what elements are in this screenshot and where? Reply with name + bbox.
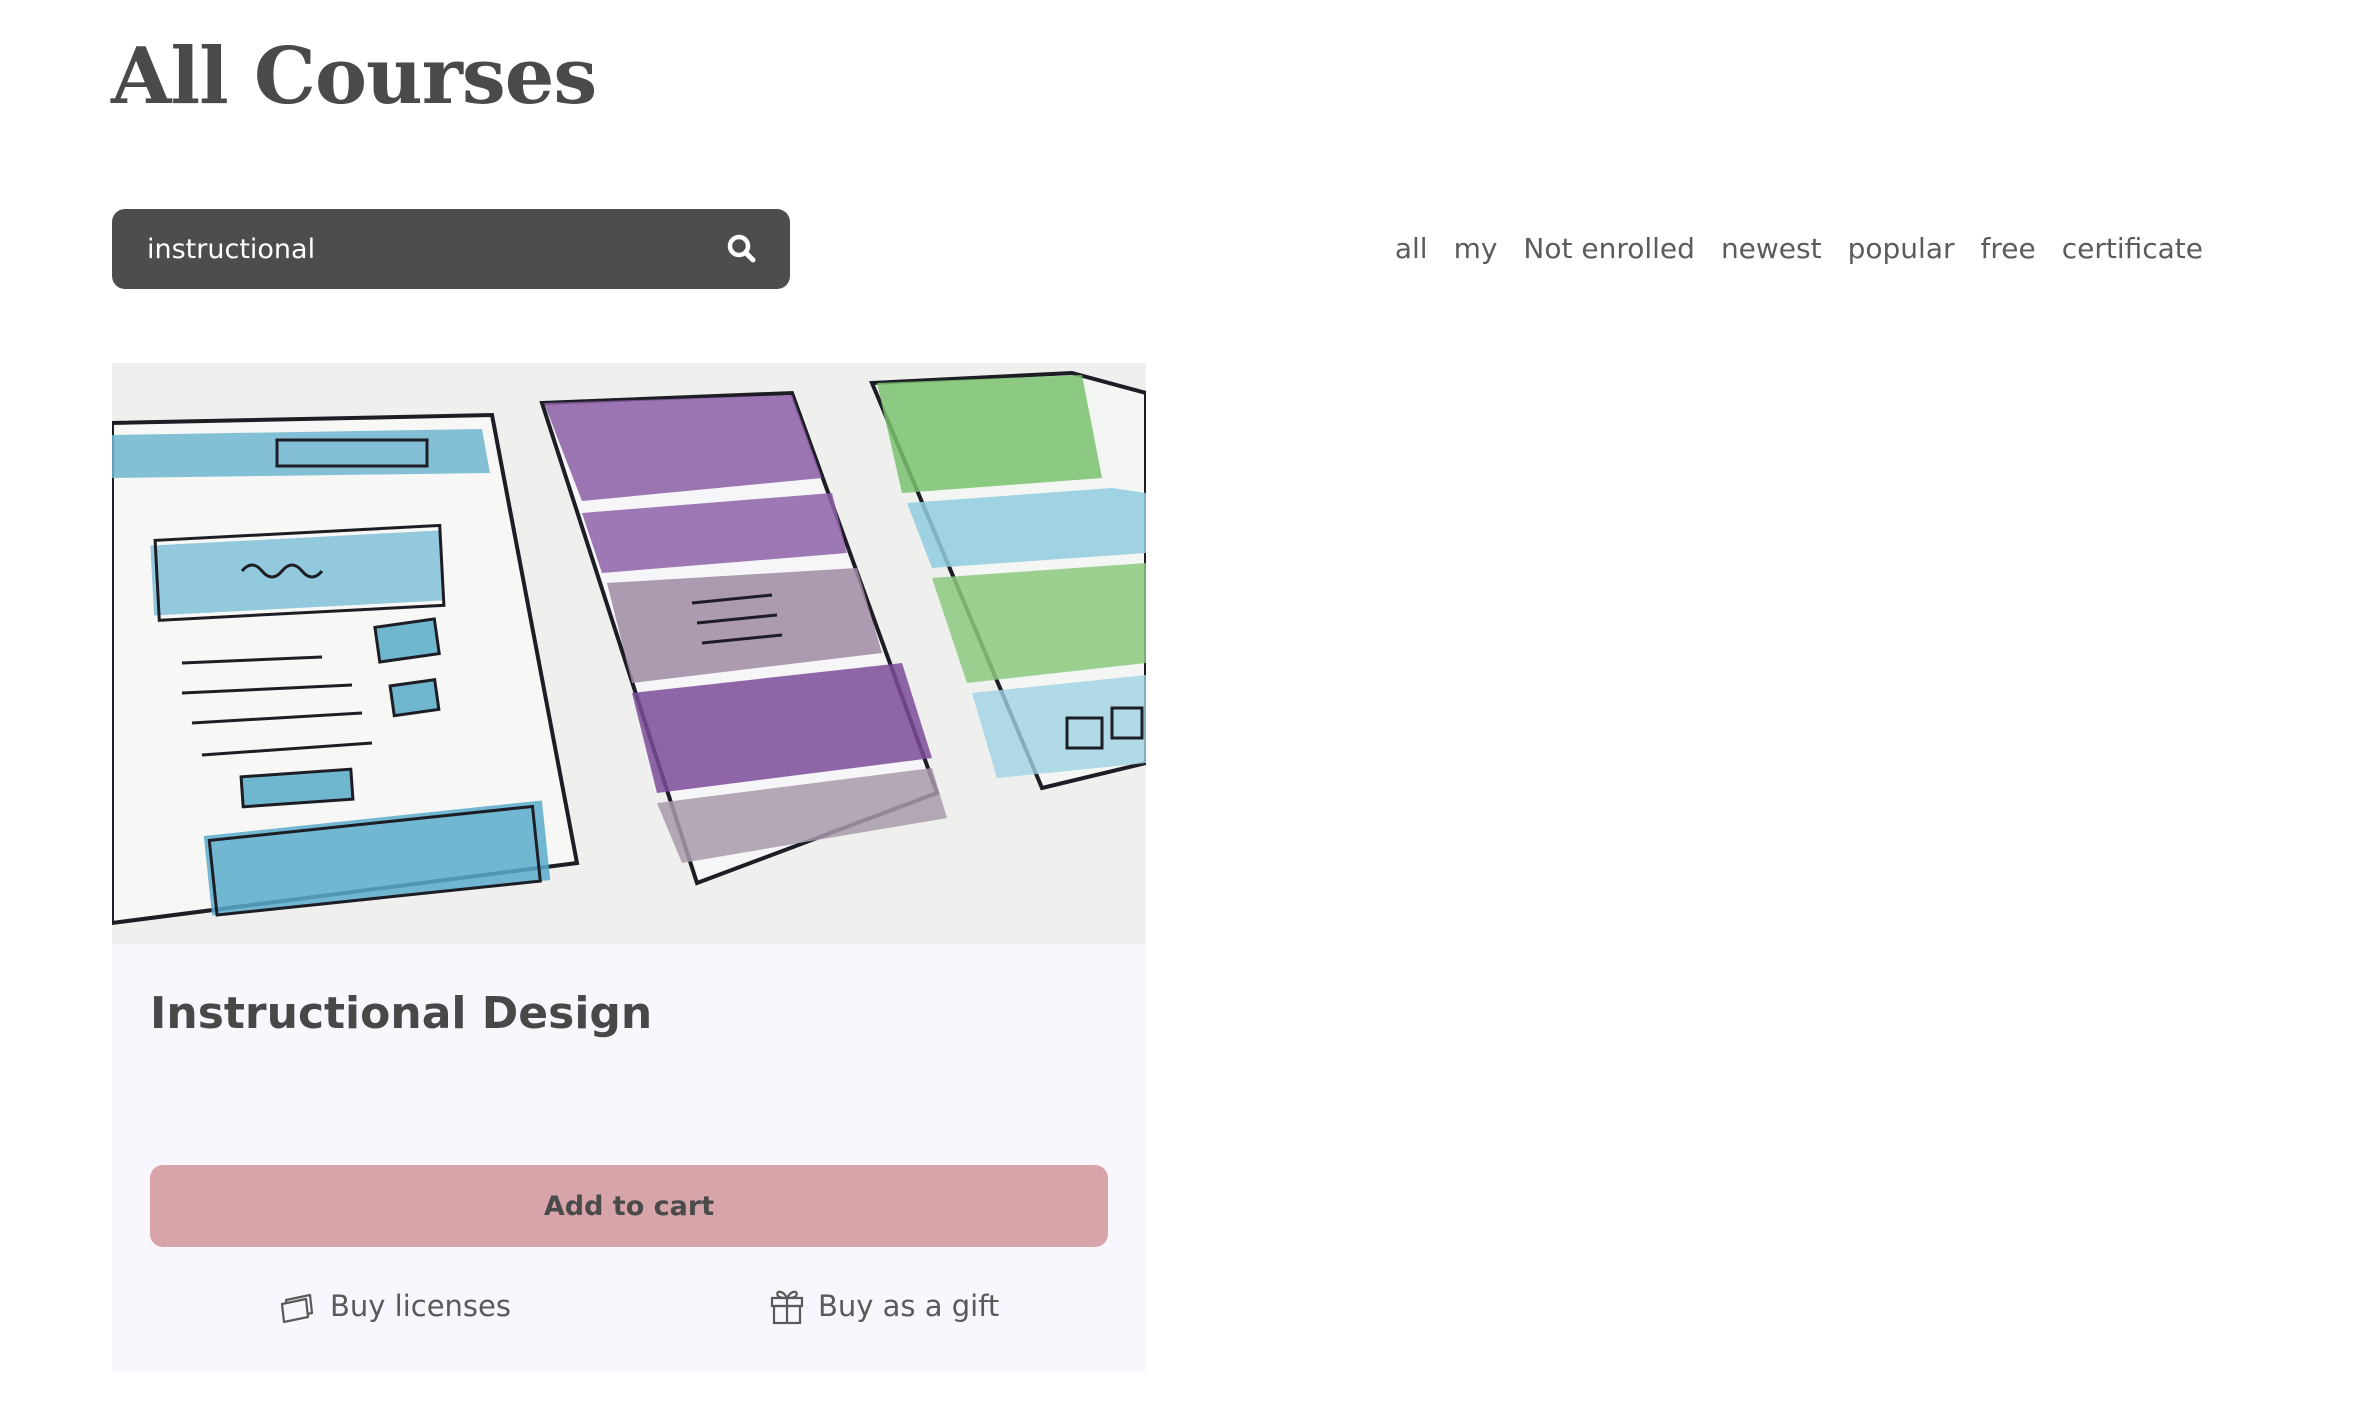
filter-my[interactable]: my <box>1454 232 1498 265</box>
buy-as-gift-label: Buy as a gift <box>818 1289 1000 1323</box>
course-title[interactable]: Instructional Design <box>150 988 652 1039</box>
buy-licenses-link[interactable]: Buy licenses <box>280 1281 511 1331</box>
buy-licenses-label: Buy licenses <box>330 1289 511 1323</box>
page-title: All Courses <box>111 31 597 122</box>
filter-not-enrolled[interactable]: Not enrolled <box>1523 232 1695 265</box>
course-image[interactable] <box>112 363 1146 944</box>
licenses-icon <box>280 1289 316 1323</box>
buy-as-gift-link[interactable]: Buy as a gift <box>770 1281 999 1331</box>
search-bar <box>112 209 790 289</box>
filter-all[interactable]: all <box>1395 232 1428 265</box>
filter-free[interactable]: free <box>1980 232 2035 265</box>
filter-nav: all my Not enrolled newest popular free … <box>1395 224 2203 272</box>
filter-popular[interactable]: popular <box>1848 232 1955 265</box>
search-icon[interactable] <box>724 231 760 267</box>
filter-newest[interactable]: newest <box>1721 232 1822 265</box>
course-card: Instructional Design Add to cart Buy lic… <box>112 363 1146 1372</box>
gift-icon <box>770 1287 804 1325</box>
add-to-cart-button[interactable]: Add to cart <box>150 1165 1108 1247</box>
filter-certificate[interactable]: certificate <box>2062 232 2203 265</box>
search-input[interactable] <box>147 209 707 289</box>
